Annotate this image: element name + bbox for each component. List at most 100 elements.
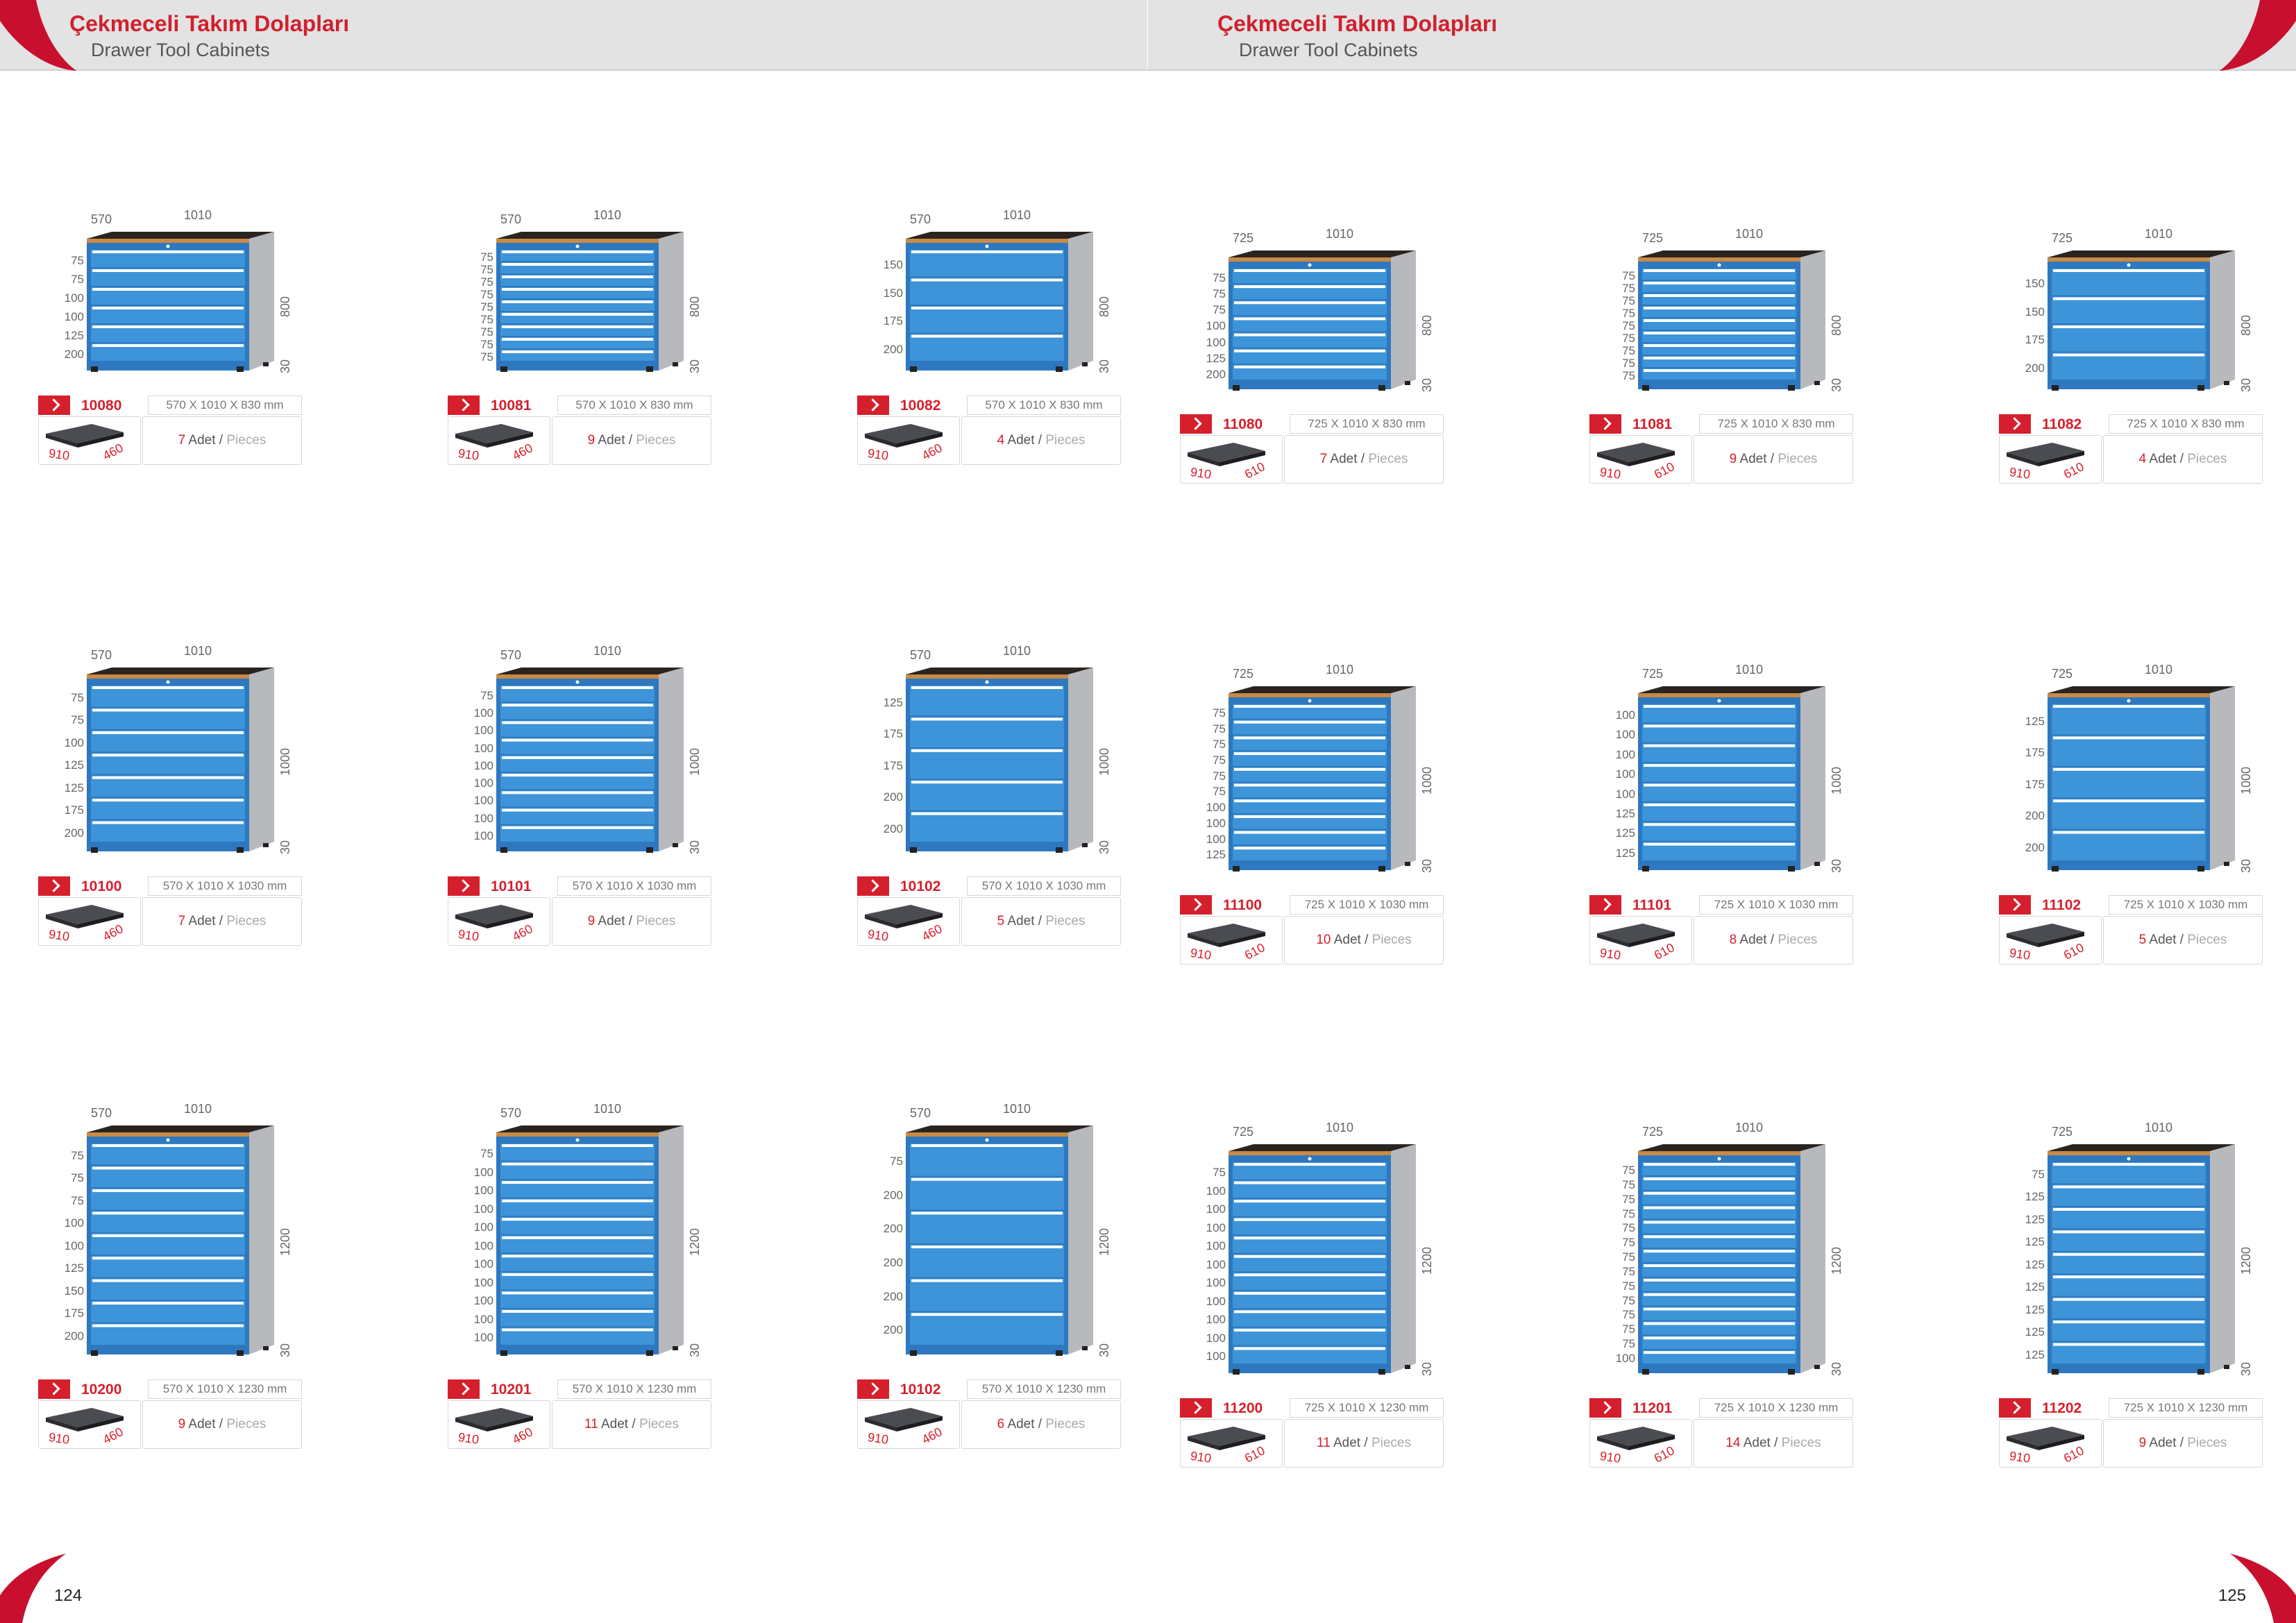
drawer-height-value: 75: [480, 275, 493, 289]
product-info-row: 10100 570 X 1010 X 1030 mm: [38, 876, 302, 897]
chevron-right-icon: [857, 396, 889, 415]
product-dimensions: 570 X 1010 X 830 mm: [557, 396, 711, 415]
tray-length-label: 910: [1189, 946, 1213, 962]
product-info-row: 11100 725 X 1010 X 1030 mm: [1180, 895, 1444, 916]
drawer-heights: 100 100 100 100 100 125 125 125: [1609, 706, 1635, 863]
tray-length-label: 910: [2008, 1449, 2032, 1465]
drawer-handle: [92, 799, 244, 802]
page-subtitle-right: Drawer Tool Cabinets: [1239, 40, 1418, 60]
drawer-handle: [2053, 1275, 2204, 1279]
drawer-handle: [911, 812, 1063, 815]
drawer-count: 10: [1316, 933, 1331, 947]
drawer-handle: [911, 749, 1063, 752]
drawer-height-value: 125: [64, 329, 84, 342]
drawer-height-value: 75: [1213, 271, 1226, 284]
adet-label: Adet: [188, 1417, 216, 1431]
drawer-tray-box: 910 460: [38, 1400, 141, 1449]
drawer-handle: [502, 263, 653, 266]
product-dimensions: 570 X 1010 X 1230 mm: [148, 1379, 302, 1399]
drawer-handle: [502, 288, 653, 291]
drawer-height-value: 200: [883, 1222, 903, 1236]
pieces-label: Pieces: [1371, 933, 1412, 947]
drawer-handle: [1234, 1237, 1385, 1240]
drawer-height-value: 125: [1615, 826, 1635, 840]
drawer-count-box: 9 Adet / Pieces: [552, 897, 711, 946]
drawer-count-box: 7 Adet / Pieces: [1284, 435, 1444, 484]
drawer-height-value: 100: [1615, 1351, 1635, 1365]
adet-label: Adet: [598, 914, 625, 928]
drawer-tray-box: 910 460: [38, 897, 141, 946]
product-code: 11101: [1632, 897, 1672, 913]
drawer-handle: [1644, 369, 1795, 372]
drawer-height-value: 125: [2025, 1212, 2045, 1226]
drawer-handle: [92, 250, 244, 253]
cabinet-foot-label: 30: [1830, 858, 1843, 873]
cabinet-width-label: 1010: [184, 1102, 212, 1116]
slash-separator: /: [219, 433, 223, 448]
product-dimensions: 570 X 1010 X 830 mm: [967, 396, 1121, 415]
drawer-count-box: 5 Adet / Pieces: [961, 897, 1121, 946]
drawer-handle: [911, 1144, 1063, 1147]
cabinet-foot-label: 30: [1830, 377, 1843, 392]
cabinet-drawer: [910, 1278, 1064, 1311]
drawer-height-value: 175: [2025, 333, 2045, 346]
pieces-label: Pieces: [1368, 452, 1408, 466]
drawer-height-value: 200: [64, 348, 84, 361]
cabinet-drawer: [910, 1312, 1064, 1345]
drawer-height-value: 175: [883, 314, 903, 328]
chevron-right-icon: [1589, 895, 1621, 915]
cabinet-depth-label: 570: [910, 648, 931, 662]
drawer-handle: [502, 791, 653, 794]
drawer-height-value: 75: [480, 350, 493, 364]
cabinet-height-label: 1000: [2239, 766, 2253, 794]
drawer-height-value: 125: [2025, 1348, 2045, 1361]
drawer-height-value: 100: [1206, 816, 1226, 830]
drawer-handle: [502, 808, 653, 812]
slash-separator: /: [1364, 1436, 1368, 1450]
drawer-handle: [2053, 736, 2204, 740]
product-dimensions: 725 X 1010 X 1030 mm: [1699, 895, 1853, 915]
cabinet-depth-label: 570: [500, 648, 522, 662]
pieces-label: Pieces: [1371, 1436, 1411, 1450]
cabinet-depth-label: 570: [91, 1106, 112, 1120]
cabinet-depth-label: 725: [1233, 667, 1254, 681]
drawer-handle: [2053, 1207, 2204, 1211]
tray-length-label: 910: [47, 1430, 71, 1447]
drawer-handle: [1644, 307, 1795, 309]
cabinet-foot-label: 30: [1420, 858, 1434, 873]
drawer-tray-box: 910 460: [448, 416, 550, 465]
drawer-handle: [2053, 705, 2204, 708]
cabinet-depth-label: 725: [1642, 1125, 1664, 1139]
pieces-label: Pieces: [636, 914, 676, 928]
slash-separator: /: [628, 914, 633, 928]
pieces-label: Pieces: [639, 1417, 679, 1431]
drawer-tray-box: 910 460: [857, 897, 960, 946]
drawer-height-value: 75: [1622, 269, 1635, 282]
drawer-height-value: 100: [64, 1216, 84, 1230]
drawer-handle: [1234, 736, 1385, 740]
drawer-tray-box: 910 460: [448, 897, 550, 946]
slash-separator: /: [1038, 1417, 1043, 1431]
drawer-handle: [1234, 783, 1385, 787]
drawer-handle: [2053, 297, 2204, 300]
corner-swoosh-top-right: [2220, 0, 2296, 71]
drawer-height-value: 125: [2025, 1257, 2045, 1271]
drawer-handle: [92, 1302, 244, 1305]
cabinet-width-label: 1010: [593, 1102, 622, 1116]
drawer-handle: [1234, 269, 1385, 272]
drawer-count: 4: [2138, 452, 2147, 466]
cabinet-depth-label: 570: [91, 212, 112, 226]
drawer-handle: [2053, 1320, 2204, 1324]
tray-length-label: 910: [866, 446, 890, 463]
drawer-handle: [92, 325, 244, 328]
product-code: 11100: [1223, 897, 1263, 913]
drawer-handle: [1644, 803, 1795, 806]
drawer-height-value: 75: [71, 713, 84, 727]
drawer-handle: [502, 1309, 653, 1313]
cabinet-foot-label: 30: [688, 1343, 702, 1357]
product-info-row: 10200 570 X 1010 X 1230 mm: [38, 1379, 302, 1400]
drawer-count: 9: [178, 1417, 186, 1431]
chevron-right-icon: [448, 1379, 480, 1399]
drawer-handle: [2053, 1163, 2204, 1166]
drawer-height-value: 175: [2025, 746, 2045, 760]
